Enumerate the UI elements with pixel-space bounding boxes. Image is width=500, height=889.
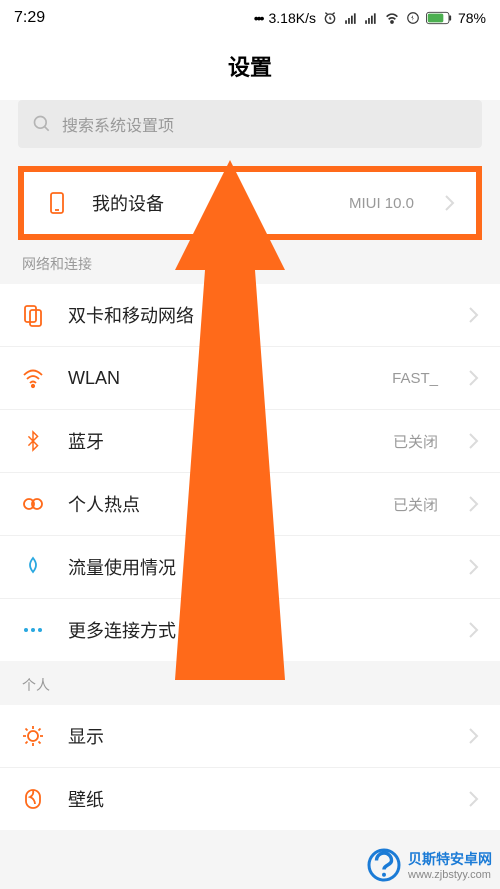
- chevron-right-icon: [468, 727, 480, 745]
- chevron-right-icon: [468, 495, 480, 513]
- display-icon: [20, 723, 46, 749]
- my-device-item[interactable]: 我的设备 MIUI 10.0: [24, 172, 476, 234]
- signal-icon-2: [364, 11, 378, 25]
- more-icon: [20, 617, 46, 643]
- my-device-label: 我的设备: [92, 190, 327, 216]
- search-icon: [32, 114, 52, 134]
- search-box[interactable]: 搜索系统设置项: [18, 100, 482, 148]
- hotspot-value: 已关闭: [393, 494, 438, 515]
- display-item[interactable]: 显示: [0, 705, 500, 768]
- watermark-url: www.zjbstyy.com: [408, 869, 492, 881]
- page-title: 设置: [0, 36, 500, 100]
- wlan-value: FAST_: [392, 370, 438, 387]
- phone-icon: [44, 190, 70, 216]
- charging-icon: [406, 10, 420, 26]
- wlan-item[interactable]: WLAN FAST_: [0, 347, 500, 410]
- sim-icon: [20, 302, 46, 328]
- wallpaper-icon: [20, 786, 46, 812]
- chevron-right-icon: [444, 194, 456, 212]
- status-time: 7:29: [14, 9, 45, 27]
- data-icon: [20, 554, 46, 580]
- chevron-right-icon: [468, 790, 480, 808]
- more-connections-label: 更多连接方式: [68, 617, 446, 643]
- status-bar: 7:29 ••• 3.18K/s 78%: [0, 0, 500, 36]
- bluetooth-item[interactable]: 蓝牙 已关闭: [0, 410, 500, 473]
- search-placeholder: 搜索系统设置项: [62, 112, 174, 136]
- data-usage-item[interactable]: 流量使用情况: [0, 536, 500, 599]
- status-right: ••• 3.18K/s 78%: [254, 10, 486, 26]
- battery-icon: [426, 11, 452, 25]
- chevron-right-icon: [468, 306, 480, 324]
- personal-section: 显示 壁纸: [0, 705, 500, 830]
- signal-icon-1: [344, 11, 358, 25]
- network-speed: 3.18K/s: [268, 10, 315, 26]
- wlan-label: WLAN: [68, 368, 370, 389]
- dual-sim-label: 双卡和移动网络: [68, 302, 446, 328]
- more-connections-item[interactable]: 更多连接方式: [0, 599, 500, 661]
- watermark-title: 贝斯特安卓网: [408, 849, 492, 869]
- display-label: 显示: [68, 723, 446, 749]
- wallpaper-label: 壁纸: [68, 786, 446, 812]
- bluetooth-label: 蓝牙: [68, 428, 371, 454]
- chevron-right-icon: [468, 621, 480, 639]
- alarm-icon: [322, 10, 338, 26]
- section-header-personal: 个人: [0, 661, 500, 705]
- wallpaper-item[interactable]: 壁纸: [0, 768, 500, 830]
- watermark: 贝斯特安卓网 www.zjbstyy.com: [366, 847, 492, 883]
- my-device-highlight: 我的设备 MIUI 10.0: [18, 166, 482, 240]
- network-section: 双卡和移动网络 WLAN FAST_ 蓝牙 已关闭 个人热点 已关闭 流量使用情…: [0, 284, 500, 661]
- battery-percent: 78%: [458, 10, 486, 26]
- data-usage-label: 流量使用情况: [68, 554, 446, 580]
- hotspot-item[interactable]: 个人热点 已关闭: [0, 473, 500, 536]
- chevron-right-icon: [468, 558, 480, 576]
- bluetooth-icon: [20, 428, 46, 454]
- hotspot-icon: [20, 491, 46, 517]
- chevron-right-icon: [468, 432, 480, 450]
- chevron-right-icon: [468, 369, 480, 387]
- dual-sim-item[interactable]: 双卡和移动网络: [0, 284, 500, 347]
- my-device-value: MIUI 10.0: [349, 195, 414, 212]
- section-header-network: 网络和连接: [0, 240, 500, 284]
- watermark-logo-icon: [366, 847, 402, 883]
- wifi-icon: [20, 365, 46, 391]
- wifi-status-icon: [384, 10, 400, 26]
- bluetooth-value: 已关闭: [393, 431, 438, 452]
- hd-icon: •••: [254, 10, 263, 26]
- hotspot-label: 个人热点: [68, 491, 371, 517]
